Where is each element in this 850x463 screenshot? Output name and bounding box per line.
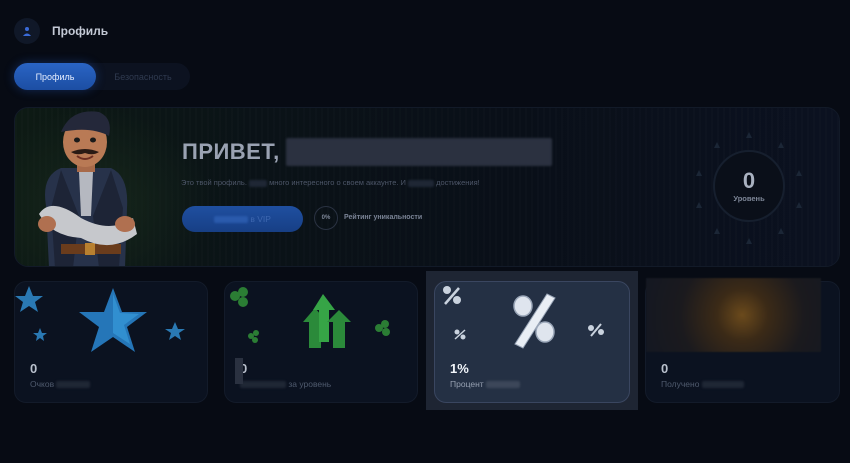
vip-button[interactable]: в VIP [182, 206, 303, 232]
points-label: Очков [30, 379, 91, 389]
received-label: Получено [661, 379, 744, 389]
redacted-word [56, 381, 91, 389]
redacted-word [701, 381, 744, 389]
tab-profile[interactable]: Профиль [14, 63, 96, 90]
percent-label: Процент [450, 379, 521, 389]
stat-card-points: 0 Очков [14, 281, 208, 403]
uniqueness-badge: 0% [314, 206, 338, 230]
description-part-1: Это твой профиль. [181, 178, 247, 187]
points-label-text: Очков [30, 379, 55, 389]
stat-card-percent[interactable]: 1% Процент [434, 281, 630, 403]
stat-card-level: 0 за уровень [224, 281, 418, 403]
page-header: Профиль [14, 18, 108, 44]
level-indicator: 0 Уровень [713, 150, 785, 222]
points-value: 0 [30, 361, 38, 376]
hero-greeting: ПРИВЕТ, [182, 138, 552, 166]
profile-hero-banner: ПРИВЕТ, Это твой профиль. много интересн… [14, 107, 840, 267]
sun-image [646, 278, 821, 352]
mascot-character-image [38, 111, 137, 266]
username-redacted [285, 138, 552, 166]
redacted-word [486, 381, 521, 389]
level-label: Уровень [733, 193, 765, 203]
greeting-text: ПРИВЕТ, [182, 139, 280, 164]
level-points-label: за уровень [240, 379, 331, 389]
star-icon [15, 286, 185, 352]
hero-description: Это твой профиль. много интересного о св… [181, 178, 480, 187]
redacted-word [214, 215, 249, 223]
profile-tabs: Профиль Безопасность [14, 63, 190, 90]
percent-value: 1% [450, 361, 469, 376]
level-points-label-text: за уровень [288, 379, 332, 389]
redacted-word [240, 381, 286, 389]
description-part-2: много интересного о своем аккаунте. И [269, 178, 406, 187]
redacted-mark [235, 358, 243, 384]
vip-button-label: в VIP [250, 214, 271, 224]
redacted-word [249, 179, 268, 187]
description-part-3: достижения! [436, 178, 480, 187]
redacted-word [408, 179, 435, 187]
arrows-up-icon [230, 287, 390, 348]
received-value: 0 [661, 361, 669, 376]
page-title: Профиль [52, 24, 109, 38]
user-icon [14, 18, 40, 44]
received-label-text: Получено [661, 379, 700, 389]
percent-label-text: Процент [450, 379, 484, 389]
level-value: 0 [742, 167, 756, 193]
uniqueness-label: Рейтинг уникальности [344, 214, 423, 221]
tab-security[interactable]: Безопасность [96, 63, 190, 90]
percent-icon [443, 286, 604, 349]
